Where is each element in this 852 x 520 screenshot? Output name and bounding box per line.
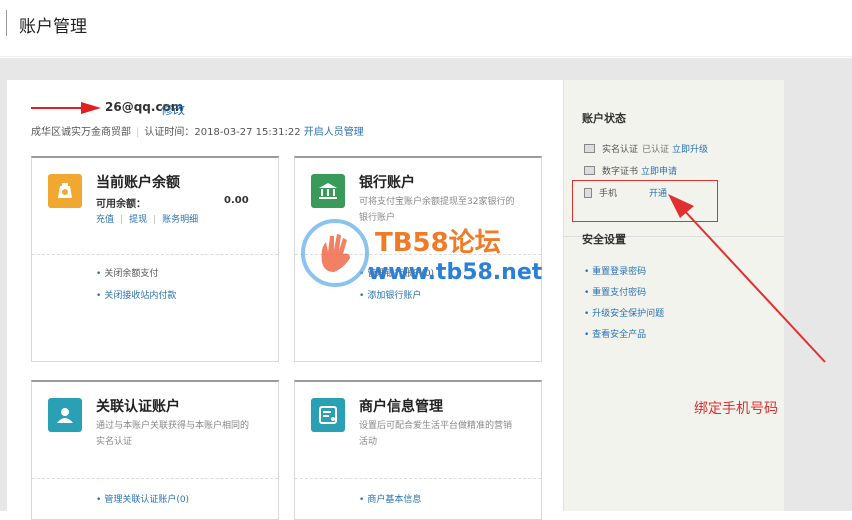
disable-balance-pay-link[interactable]: • 关闭余额支付 — [96, 266, 158, 279]
merchant-icon — [311, 398, 345, 432]
upgrade-link[interactable]: 立即升级 — [672, 142, 708, 155]
merchant-title: 商户信息管理 — [359, 399, 443, 415]
recharge-link[interactable]: 充值 — [96, 215, 114, 225]
balance-title: 当前账户余额 — [96, 175, 180, 191]
watermark-title: TB58论坛 — [375, 228, 501, 258]
open-staff-link[interactable]: 开启人员管理 — [304, 127, 364, 138]
status-row-realname: 实名认证 已认证 立即升级 — [584, 142, 708, 155]
reset-pay-password-link[interactable]: • 重置支付密码 — [584, 285, 646, 298]
merchant-card: 商户信息管理 设置后可配合爱生活平台做精准的营销活动 • 商户基本信息 — [294, 380, 542, 520]
annotation-arrow — [668, 194, 826, 363]
disable-internal-pay-link[interactable]: • 关闭接收站内付款 — [96, 288, 176, 301]
page-header: 账户管理 — [0, 0, 852, 57]
page-title: 账户管理 — [19, 17, 87, 37]
merchant-desc: 设置后可配合爱生活平台做精准的营销活动 — [359, 421, 513, 447]
certificate-icon — [584, 166, 595, 175]
card-divider — [295, 478, 541, 479]
view-security-products-link[interactable]: • 查看安全产品 — [584, 327, 646, 340]
bank-title: 银行账户 — [359, 175, 415, 191]
forum-watermark: TB58论坛 www.tb58.net — [300, 218, 570, 298]
balance-card: 当前账户余额 可用余额： 0.00 充值 | 提现 | 账务明细 • 关闭余额支付 • 关闭… — [31, 156, 279, 362]
account-meta: 成华区诚实万金商贸部 | 认证时间：2018-03-27 15:31:22 开启人员… — [31, 127, 364, 138]
statement-link[interactable]: 账务明细 — [162, 215, 198, 225]
edit-email-link[interactable]: 修改 — [161, 101, 185, 118]
hand-logo-icon — [301, 219, 369, 287]
reset-login-password-link[interactable]: • 重置登录密码 — [584, 264, 646, 277]
manage-linked-link[interactable]: • 管理关联认证账户(0) — [96, 492, 189, 505]
security-title: 安全设置 — [582, 233, 626, 246]
apply-certificate-link[interactable]: 立即申请 — [641, 164, 677, 177]
upgrade-security-question-link[interactable]: • 升级安全保护问题 — [584, 306, 664, 319]
company-name: 成华区诚实万金商贸部 — [31, 127, 131, 138]
header-divider — [6, 10, 7, 36]
user-icon — [48, 398, 82, 432]
annotation-text: 绑定手机号码 — [694, 401, 778, 417]
status-title: 账户状态 — [582, 112, 626, 125]
card-divider — [32, 478, 278, 479]
watermark-url: www.tb58.net — [368, 260, 543, 285]
linked-desc: 通过与本账户关联获得与本账户相同的实名认证 — [96, 421, 250, 447]
bank-icon — [311, 174, 345, 208]
card-divider — [32, 254, 278, 255]
id-card-icon — [584, 144, 595, 153]
linked-title: 关联认证账户 — [96, 399, 180, 415]
linked-account-card: 关联认证账户 通过与本账户关联获得与本账户相同的实名认证 • 管理关联认证账户(0… — [31, 380, 279, 520]
email-redaction-mark — [31, 102, 103, 114]
status-row-certificate: 数字证书 立即申请 — [584, 164, 677, 177]
auth-time: 认证时间：2018-03-27 15:31:22 — [144, 127, 301, 138]
merchant-info-link[interactable]: • 商户基本信息 — [359, 492, 421, 505]
balance-label: 可用余额： — [96, 199, 146, 210]
withdraw-link[interactable]: 提现 — [129, 215, 147, 225]
balance-actions: 充值 | 提现 | 账务明细 — [96, 215, 199, 225]
wallet-icon — [48, 174, 82, 208]
balance-value: 0.00 — [224, 195, 249, 206]
